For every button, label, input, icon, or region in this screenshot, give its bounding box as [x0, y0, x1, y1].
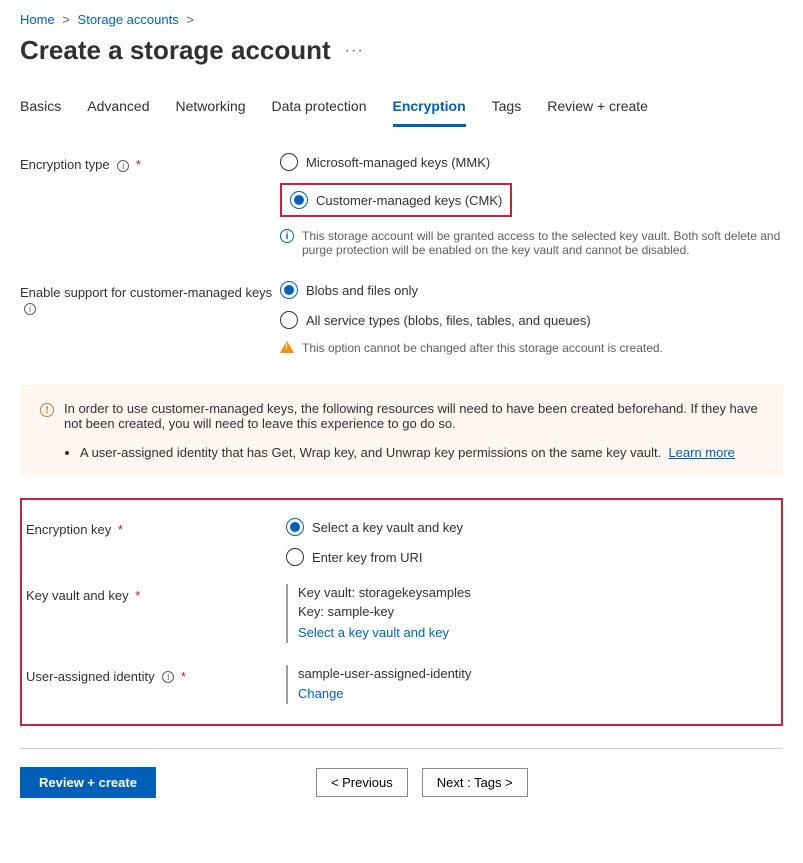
support-warning: This option cannot be changed after this… [302, 341, 663, 355]
user-identity-value: sample-user-assigned-identity [298, 665, 767, 684]
highlight-cmk: Customer-managed keys (CMK) [280, 183, 512, 217]
info-icon[interactable]: i [117, 160, 129, 172]
radio-cmk[interactable]: Customer-managed keys (CMK) [290, 191, 502, 209]
warning-icon [280, 341, 294, 353]
radio-uri-label: Enter key from URI [312, 550, 423, 565]
support-cmk-label: Enable support for customer-managed keys [20, 285, 272, 300]
more-actions-icon[interactable]: ··· [345, 42, 364, 60]
radio-select-label: Select a key vault and key [312, 520, 463, 535]
radio-all-label: All service types (blobs, files, tables,… [306, 313, 591, 328]
warning-icon: ! [40, 403, 54, 417]
required-indicator: * [136, 157, 141, 172]
breadcrumb-storage-accounts[interactable]: Storage accounts [78, 12, 179, 27]
tab-data-protection[interactable]: Data protection [272, 92, 367, 127]
radio-icon [280, 281, 298, 299]
info-icon[interactable]: i [24, 303, 36, 315]
encryption-key-label: Encryption key [26, 522, 111, 537]
divider [20, 748, 783, 749]
tab-tags[interactable]: Tags [492, 92, 522, 127]
chevron-right-icon: > [62, 12, 70, 27]
prerequisite-msg: In order to use customer-managed keys, t… [64, 401, 763, 431]
highlight-encryption-key-section: Encryption key * Select a key vault and … [20, 498, 783, 726]
encryption-type-label: Encryption type [20, 157, 110, 172]
breadcrumb: Home > Storage accounts > [20, 12, 783, 27]
tab-networking[interactable]: Networking [176, 92, 246, 127]
radio-icon [290, 191, 308, 209]
tabs: Basics Advanced Networking Data protecti… [20, 92, 783, 127]
info-icon: i [280, 229, 294, 243]
prerequisite-bullet: A user-assigned identity that has Get, W… [80, 445, 661, 460]
learn-more-link[interactable]: Learn more [668, 445, 734, 460]
required-indicator: * [118, 522, 123, 537]
key-vault-label: Key vault and key [26, 588, 129, 603]
review-create-button[interactable]: Review + create [20, 767, 156, 798]
key-vault-value: Key vault: storagekeysamples [298, 584, 767, 603]
breadcrumb-home[interactable]: Home [20, 12, 55, 27]
page-title: Create a storage account [20, 35, 331, 66]
radio-icon [280, 311, 298, 329]
encryption-type-info: This storage account will be granted acc… [302, 229, 783, 257]
radio-icon [286, 548, 304, 566]
change-identity-link[interactable]: Change [298, 685, 767, 704]
radio-select-key-vault[interactable]: Select a key vault and key [286, 518, 767, 536]
prerequisite-panel: ! In order to use customer-managed keys,… [20, 385, 783, 476]
required-indicator: * [181, 669, 186, 684]
radio-cmk-label: Customer-managed keys (CMK) [316, 193, 502, 208]
radio-icon [280, 153, 298, 171]
required-indicator: * [135, 588, 140, 603]
chevron-right-icon: > [186, 12, 194, 27]
tab-advanced[interactable]: Advanced [87, 92, 149, 127]
previous-button[interactable]: < Previous [316, 768, 408, 797]
info-icon[interactable]: i [162, 671, 174, 683]
tab-review-create[interactable]: Review + create [547, 92, 648, 127]
radio-icon [286, 518, 304, 536]
radio-enter-uri[interactable]: Enter key from URI [286, 548, 767, 566]
radio-mmk[interactable]: Microsoft-managed keys (MMK) [280, 153, 783, 171]
tab-encryption[interactable]: Encryption [393, 92, 466, 127]
tab-basics[interactable]: Basics [20, 92, 61, 127]
radio-blobs-label: Blobs and files only [306, 283, 418, 298]
radio-blobs-files[interactable]: Blobs and files only [280, 281, 783, 299]
radio-all-services[interactable]: All service types (blobs, files, tables,… [280, 311, 783, 329]
next-button[interactable]: Next : Tags > [422, 768, 528, 797]
user-identity-label: User-assigned identity [26, 669, 155, 684]
radio-mmk-label: Microsoft-managed keys (MMK) [306, 155, 490, 170]
select-key-vault-link[interactable]: Select a key vault and key [298, 624, 767, 643]
key-value: Key: sample-key [298, 603, 767, 622]
